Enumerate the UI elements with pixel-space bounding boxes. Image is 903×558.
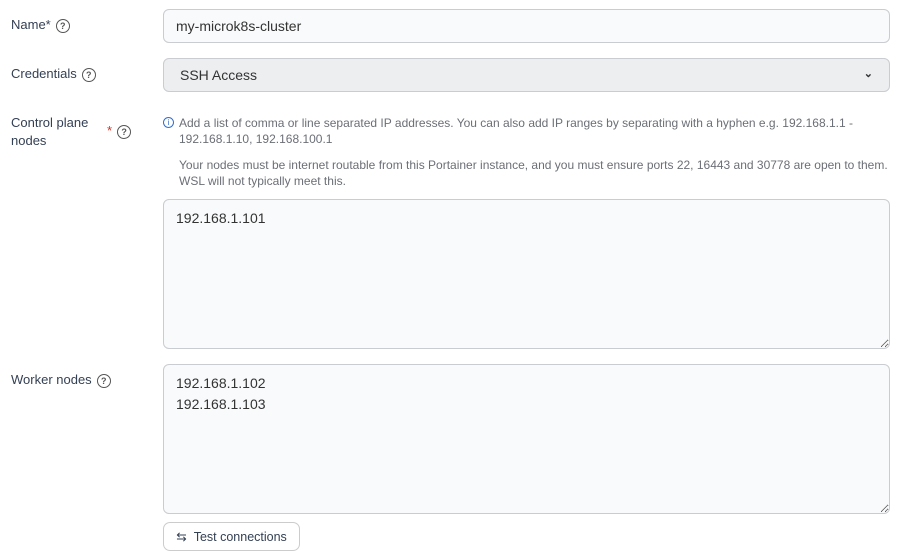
control-plane-help: i Add a list of comma or line separated I… (163, 115, 893, 147)
worker-nodes-label: Worker nodes? (11, 371, 111, 389)
worker-nodes-textarea[interactable]: 192.168.1.102 192.168.1.103 (163, 364, 890, 514)
help-icon[interactable]: ? (55, 18, 70, 33)
credentials-value: SSH Access (180, 67, 258, 83)
name-label: Name*? (11, 16, 70, 34)
credentials-label: Credentials? (11, 65, 96, 83)
label-line: nodes (11, 133, 47, 148)
control-plane-nodes-textarea[interactable]: 192.168.1.101 (163, 199, 890, 349)
required-mark: *? (107, 123, 132, 139)
credentials-label-text: Credentials (11, 66, 77, 81)
credentials-select[interactable]: SSH Access ⌄ (163, 58, 890, 92)
help-text: Add a list of comma or line separated IP… (179, 116, 853, 146)
chevron-down-icon: ⌄ (863, 68, 873, 80)
help-icon[interactable]: ? (96, 373, 111, 388)
label-line: Control plane (11, 115, 89, 130)
required-asterisk: * (107, 123, 113, 138)
info-icon: i (163, 117, 174, 128)
worker-label-text: Worker nodes (11, 372, 92, 387)
test-connections-label: Test connections (193, 529, 287, 544)
name-label-text: Name* (11, 17, 51, 32)
control-plane-warning: Your nodes must be internet routable fro… (179, 158, 888, 188)
name-input[interactable]: my-microk8s-cluster (163, 9, 890, 43)
arrows-left-right-icon: ⇆ (176, 530, 187, 544)
help-icon[interactable]: ? (117, 124, 132, 139)
test-connections-button[interactable]: ⇆ Test connections (163, 522, 300, 551)
control-plane-label: Control plane nodes (11, 114, 88, 150)
help-icon[interactable]: ? (81, 67, 96, 82)
